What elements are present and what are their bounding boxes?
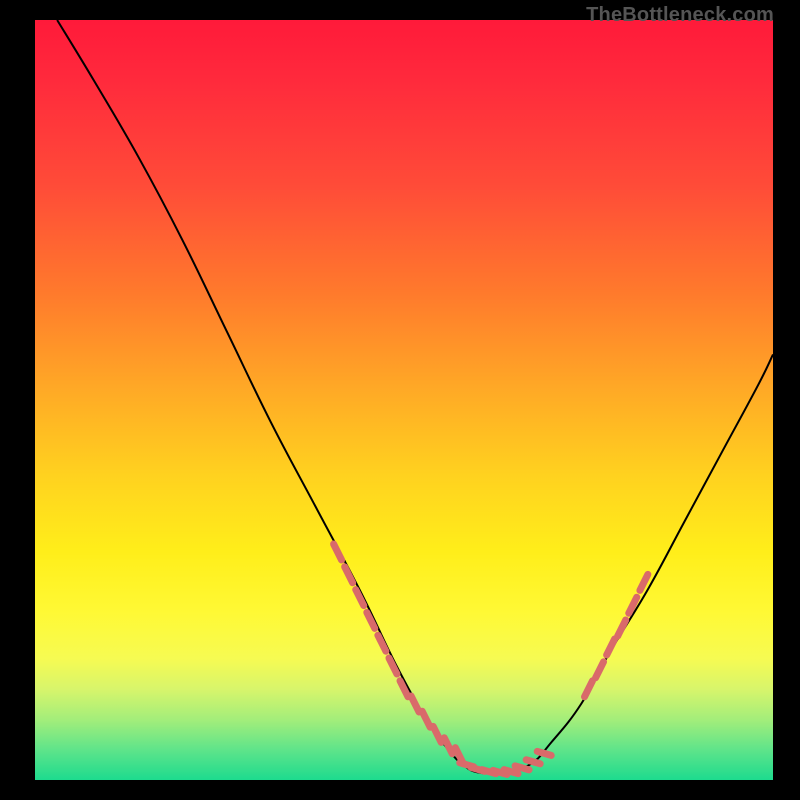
marker-dash <box>444 738 452 754</box>
marker-dash <box>504 770 518 774</box>
marker-dash <box>334 544 342 560</box>
marker-dash <box>433 726 441 742</box>
marker-dash <box>400 681 408 697</box>
chart-frame: TheBottleneck.com <box>0 0 800 800</box>
marker-dash <box>389 658 397 674</box>
marker-dash <box>422 711 430 727</box>
marker-dash <box>618 620 626 636</box>
marker-dash <box>515 766 529 770</box>
marker-dash <box>367 612 375 628</box>
marker-dash <box>378 635 386 651</box>
curve-group <box>57 20 773 774</box>
marker-dash <box>411 696 419 712</box>
marker-dash <box>345 567 353 583</box>
chart-svg <box>35 20 773 780</box>
marker-dash <box>596 662 604 678</box>
marker-dash <box>537 751 551 755</box>
marker-dash <box>640 574 648 590</box>
markers-group <box>334 544 648 774</box>
marker-dash <box>356 590 364 606</box>
watermark-text: TheBottleneck.com <box>586 4 774 27</box>
marker-dash <box>585 681 593 697</box>
bottleneck-curve <box>57 20 773 774</box>
plot-area <box>35 20 773 780</box>
marker-dash <box>526 760 540 764</box>
marker-dash <box>607 639 615 655</box>
